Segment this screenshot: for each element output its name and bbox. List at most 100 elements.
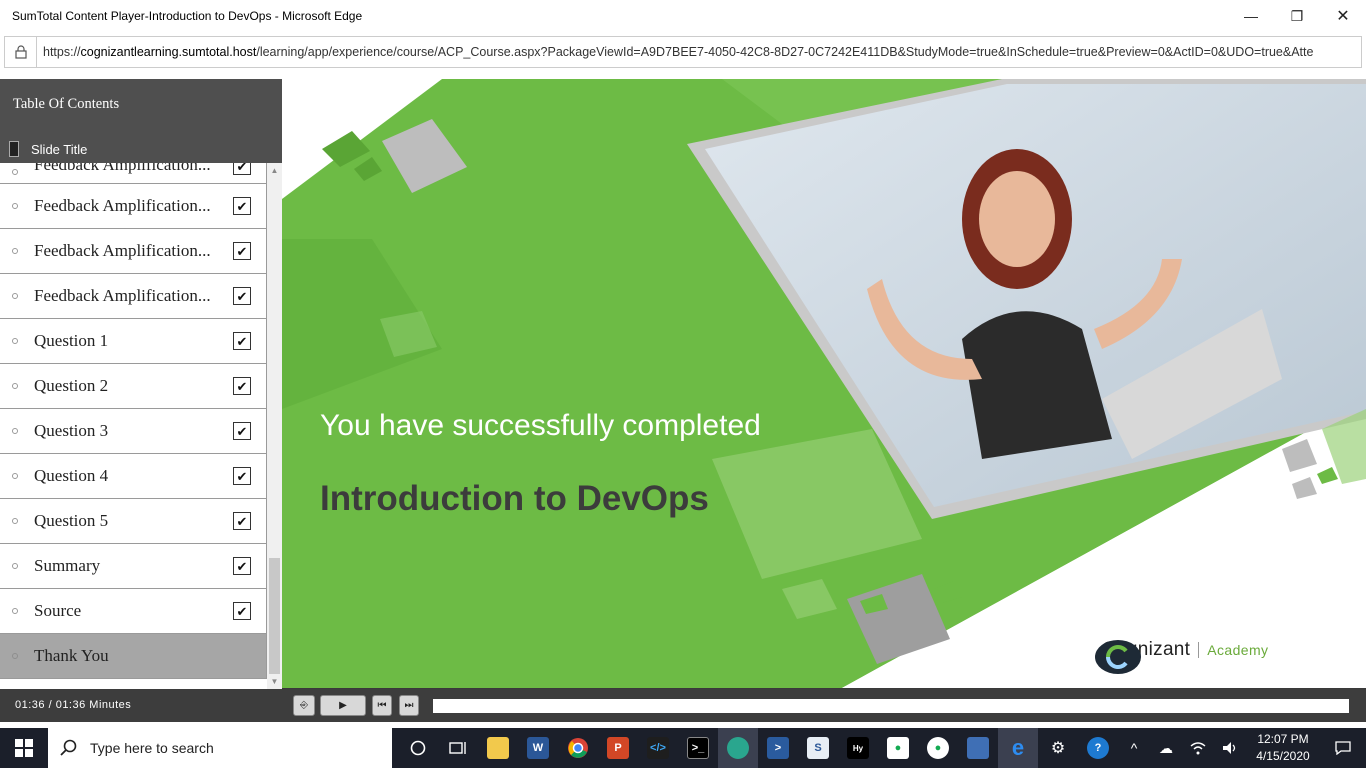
powershell-icon[interactable]: > [758, 728, 798, 768]
previous-slide-icon[interactable]: ⏮ [372, 695, 392, 716]
play-button[interactable]: ▶ [320, 695, 366, 716]
exit-icon[interactable]: ⎆ [293, 695, 315, 716]
window-title: SumTotal Content Player-Introduction to … [12, 9, 363, 23]
progress-bar[interactable] [433, 699, 1349, 713]
checkmark-icon: ✔ [233, 287, 251, 305]
taskbar-search[interactable]: Type here to search [48, 728, 392, 768]
logo-academy-text: Academy [1207, 642, 1269, 658]
toc-item[interactable]: Feedback Amplification... ✔ [0, 229, 267, 274]
toc-bullet [12, 473, 18, 479]
checkmark-icon: ✔ [233, 377, 251, 395]
scroll-thumb[interactable] [269, 558, 280, 674]
next-slide-icon[interactable]: ⏭ [399, 695, 419, 716]
checkmark-icon: ✔ [233, 332, 251, 350]
url-text: https://cognizantlearning.sumtotal.host/… [37, 45, 1313, 59]
snip-icon[interactable] [718, 728, 758, 768]
scroll-down-arrow-icon[interactable]: ▼ [267, 674, 282, 689]
taskbar-clock[interactable]: 12:07 PM 4/15/2020 [1246, 731, 1320, 765]
toc-column-header: Slide Title [0, 135, 282, 163]
toc-bullet [12, 383, 18, 389]
search-placeholder: Type here to search [90, 740, 214, 756]
system-tray: ^ ☁ 12:07 PM 4/15/2020 [1118, 728, 1366, 768]
toc-item[interactable]: Question 4 ✔ [0, 454, 267, 499]
checkmark-icon: ✔ [233, 163, 251, 175]
toc-item[interactable]: Summary ✔ [0, 544, 267, 589]
toc-bullet [12, 338, 18, 344]
vscode-icon[interactable]: </> [638, 728, 678, 768]
completion-message: You have successfully completed [320, 409, 761, 442]
player-controls: 01:36 / 01:36 Minutes ⎆ ▶ ⏮ ⏭ [0, 689, 1366, 722]
toc-item-label: Question 3 [34, 421, 109, 440]
task-view-icon[interactable] [438, 728, 478, 768]
checkmark-icon: ✔ [233, 467, 251, 485]
slide-background [282, 79, 1366, 688]
edge-icon[interactable]: e [998, 728, 1038, 768]
toc-column-label: Slide Title [31, 141, 88, 157]
remote-desktop-icon[interactable] [958, 728, 998, 768]
mongodb-icon[interactable]: ● [918, 728, 958, 768]
content-player: Table Of Contents Slide Title Feedback A… [0, 79, 1366, 722]
mongodb-compass-icon[interactable]: ● [878, 728, 918, 768]
minimize-button[interactable]: — [1228, 0, 1274, 32]
checkmark-icon: ✔ [233, 422, 251, 440]
url-prefix: https:// [43, 45, 81, 59]
toc-item-label: Feedback Amplification... [34, 241, 211, 260]
volume-icon[interactable] [1214, 728, 1246, 768]
toc-item[interactable]: Question 2 ✔ [0, 364, 267, 409]
hyper-icon[interactable]: Hy [838, 728, 878, 768]
notifications-icon[interactable] [1320, 728, 1366, 768]
toc-item-label: Feedback Amplification... [34, 196, 211, 215]
toc-bullet [12, 428, 18, 434]
checkmark-icon: ✔ [233, 602, 251, 620]
onedrive-icon[interactable]: ☁ [1150, 728, 1182, 768]
restore-button[interactable]: ❐ [1274, 0, 1320, 32]
powerpoint-icon[interactable]: P [598, 728, 638, 768]
close-button[interactable]: ✕ [1320, 0, 1366, 32]
toc-item-label: Thank You [34, 646, 109, 665]
cortana-icon[interactable] [398, 728, 438, 768]
toc-item-label: Feedback Amplification... [34, 286, 211, 305]
toc-item[interactable]: Source ✔ [0, 589, 267, 634]
toc-item[interactable]: Feedback Amplification... ✔ [0, 184, 267, 229]
chevron-up-icon[interactable]: ^ [1118, 728, 1150, 768]
toc-bullet [12, 608, 18, 614]
toc-item[interactable]: Question 5 ✔ [0, 499, 267, 544]
toc-item[interactable]: Feedback Amplification... ✔ [0, 163, 267, 184]
windows-start-icon[interactable] [0, 728, 48, 768]
settings-gear-icon[interactable]: ⚙ [1038, 728, 1078, 768]
address-bar: https://cognizantlearning.sumtotal.host/… [0, 36, 1366, 68]
toc-bullet [12, 563, 18, 569]
bookmark-icon [9, 141, 19, 157]
file-explorer-icon[interactable] [478, 728, 518, 768]
address-field[interactable]: https://cognizantlearning.sumtotal.host/… [4, 36, 1362, 68]
toc-header: Table Of Contents [0, 79, 282, 135]
toc-list: Feedback Amplification... ✔ Feedback Ampli… [0, 163, 267, 689]
toc-scrollbar[interactable]: ▲ ▼ [267, 163, 282, 689]
toc-item[interactable]: Thank You [0, 634, 267, 679]
app-icon[interactable]: S [798, 728, 838, 768]
wifi-icon[interactable] [1182, 728, 1214, 768]
checkmark-icon: ✔ [233, 242, 251, 260]
toc-bullet [12, 293, 18, 299]
chrome-icon[interactable] [558, 728, 598, 768]
lock-icon[interactable] [5, 37, 37, 67]
word-icon[interactable]: W [518, 728, 558, 768]
toc-item-label: Question 5 [34, 511, 109, 530]
checkmark-icon: ✔ [233, 557, 251, 575]
toc-item[interactable]: Question 3 ✔ [0, 409, 267, 454]
scroll-up-arrow-icon[interactable]: ▲ [267, 163, 282, 178]
checkmark-icon: ✔ [233, 512, 251, 530]
toc-item[interactable]: Feedback Amplification... ✔ [0, 274, 267, 319]
logo-separator [1198, 642, 1200, 658]
slide-canvas: You have successfully completed Introduc… [282, 79, 1366, 688]
toc-item-label: Source [34, 601, 82, 620]
toc-item[interactable]: Question 1 ✔ [0, 319, 267, 364]
windows-taskbar: Type here to search W P </> >_ > S Hy ● … [0, 728, 1366, 768]
course-title: Introduction to DevOps [320, 479, 709, 518]
url-path: /learning/app/experience/course/ACP_Cour… [256, 45, 1314, 59]
toc-item-label: Question 2 [34, 376, 109, 395]
url-host: cognizantlearning.sumtotal.host [80, 45, 257, 59]
help-icon[interactable]: ? [1078, 728, 1118, 768]
terminal-icon[interactable]: >_ [678, 728, 718, 768]
toc-item-label: Question 4 [34, 466, 109, 485]
